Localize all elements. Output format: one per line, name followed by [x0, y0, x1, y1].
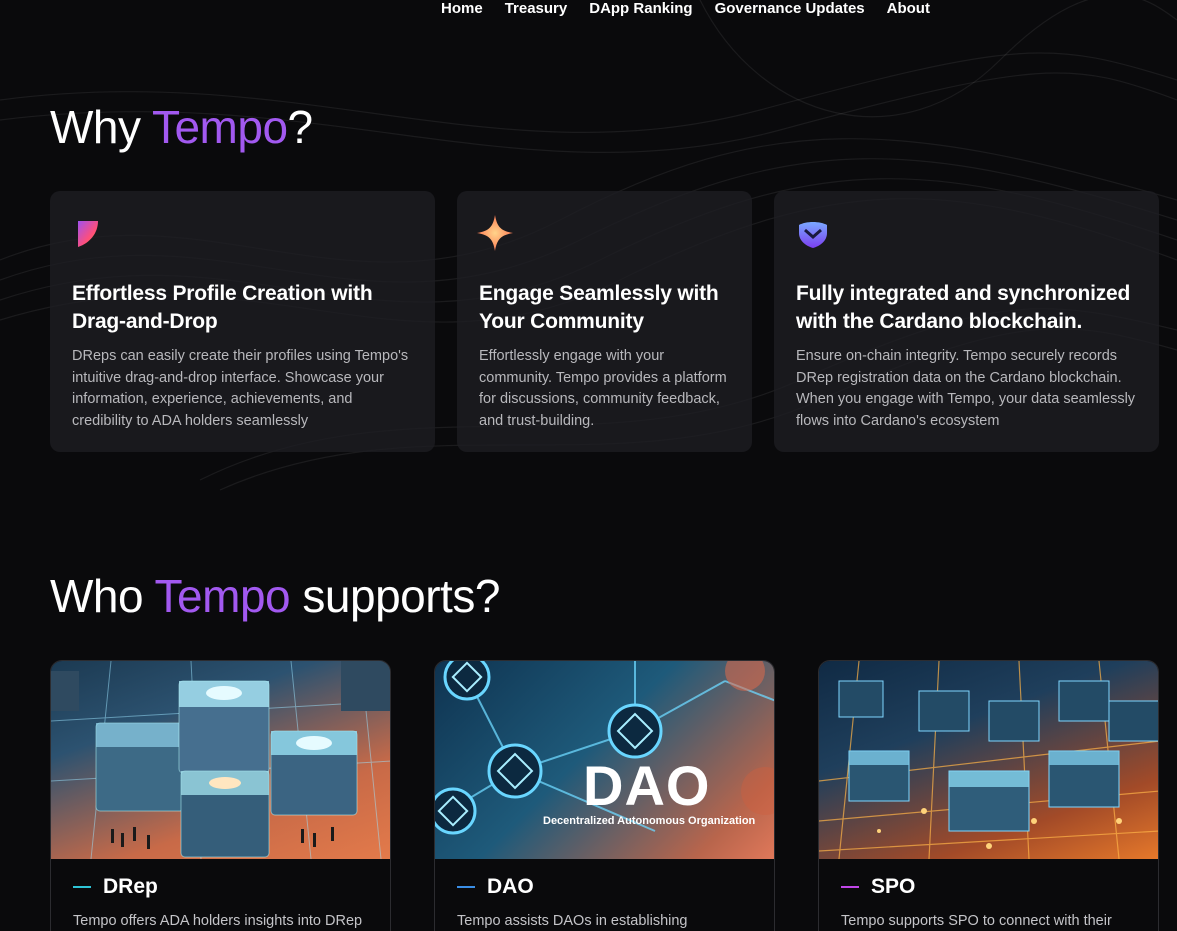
why-title-suffix: ?: [287, 101, 314, 153]
blocks-network-image: [819, 661, 1158, 859]
feature-heading: Engage Seamlessly with Your Community: [479, 282, 719, 333]
support-card-label: SPO: [871, 875, 916, 898]
support-card-label: DRep: [103, 875, 158, 898]
profile-gradient-icon: [78, 221, 98, 247]
why-tempo-heading: Why Tempo?: [50, 100, 313, 154]
why-title-accent: Tempo: [151, 101, 288, 153]
feature-card-blockchain: Fully integrated and synchronized with t…: [774, 191, 1159, 452]
support-card-dao[interactable]: DAO Decentralized Autonomous Organizatio…: [434, 660, 775, 931]
nav-treasury[interactable]: Treasury: [505, 0, 568, 17]
top-nav: Home Treasury DApp Ranking Governance Up…: [441, 0, 930, 17]
support-card-spo[interactable]: SPO Tempo supports SPO to connect with t…: [818, 660, 1159, 931]
support-card-text: Tempo assists DAOs in establishing: [457, 913, 688, 929]
drep-accent-dash: [73, 886, 91, 888]
who-tempo-supports-heading: Who Tempo supports?: [50, 569, 500, 623]
support-card-text: Tempo offers ADA holders insights into D…: [73, 913, 363, 929]
dao-image-title: DAO: [583, 754, 711, 817]
feature-text: DReps can easily create their profiles u…: [72, 348, 409, 429]
support-card-text: Tempo supports SPO to connect with their: [841, 913, 1112, 929]
feature-heading: Fully integrated and synchronized with t…: [796, 282, 1131, 333]
nav-dapp-ranking[interactable]: DApp Ranking: [589, 0, 692, 17]
why-title-prefix: Why: [50, 101, 152, 153]
spo-illustration: [819, 661, 1158, 859]
feature-heading: Effortless Profile Creation with Drag-an…: [72, 282, 373, 333]
nav-home[interactable]: Home: [441, 0, 483, 17]
nav-about[interactable]: About: [887, 0, 930, 17]
sparkle-star-icon: [477, 215, 513, 251]
page: Home Treasury DApp Ranking Governance Up…: [0, 0, 1177, 931]
who-title-accent: Tempo: [154, 570, 291, 622]
shield-chevron-icon: [799, 222, 827, 248]
feature-card-profile: Effortless Profile Creation with Drag-an…: [50, 191, 435, 452]
feature-card-community: Engage Seamlessly with Your Community Ef…: [457, 191, 752, 452]
dao-image-subtitle: Decentralized Autonomous Organization: [543, 815, 756, 827]
spo-accent-dash: [841, 886, 859, 888]
dao-illustration: DAO Decentralized Autonomous Organizatio…: [435, 661, 774, 859]
city-network-image: [51, 661, 390, 859]
nav-governance-updates[interactable]: Governance Updates: [715, 0, 865, 17]
who-title-prefix: Who: [50, 570, 155, 622]
who-title-suffix: supports?: [290, 570, 500, 622]
feature-text: Ensure on-chain integrity. Tempo securel…: [796, 348, 1136, 429]
support-card-drep[interactable]: DRep Tempo offers ADA holders insights i…: [50, 660, 391, 931]
feature-text: Effortlessly engage with your community.…: [479, 348, 727, 429]
drep-illustration: [51, 661, 390, 859]
dao-accent-dash: [457, 886, 475, 888]
support-card-label: DAO: [487, 875, 534, 898]
